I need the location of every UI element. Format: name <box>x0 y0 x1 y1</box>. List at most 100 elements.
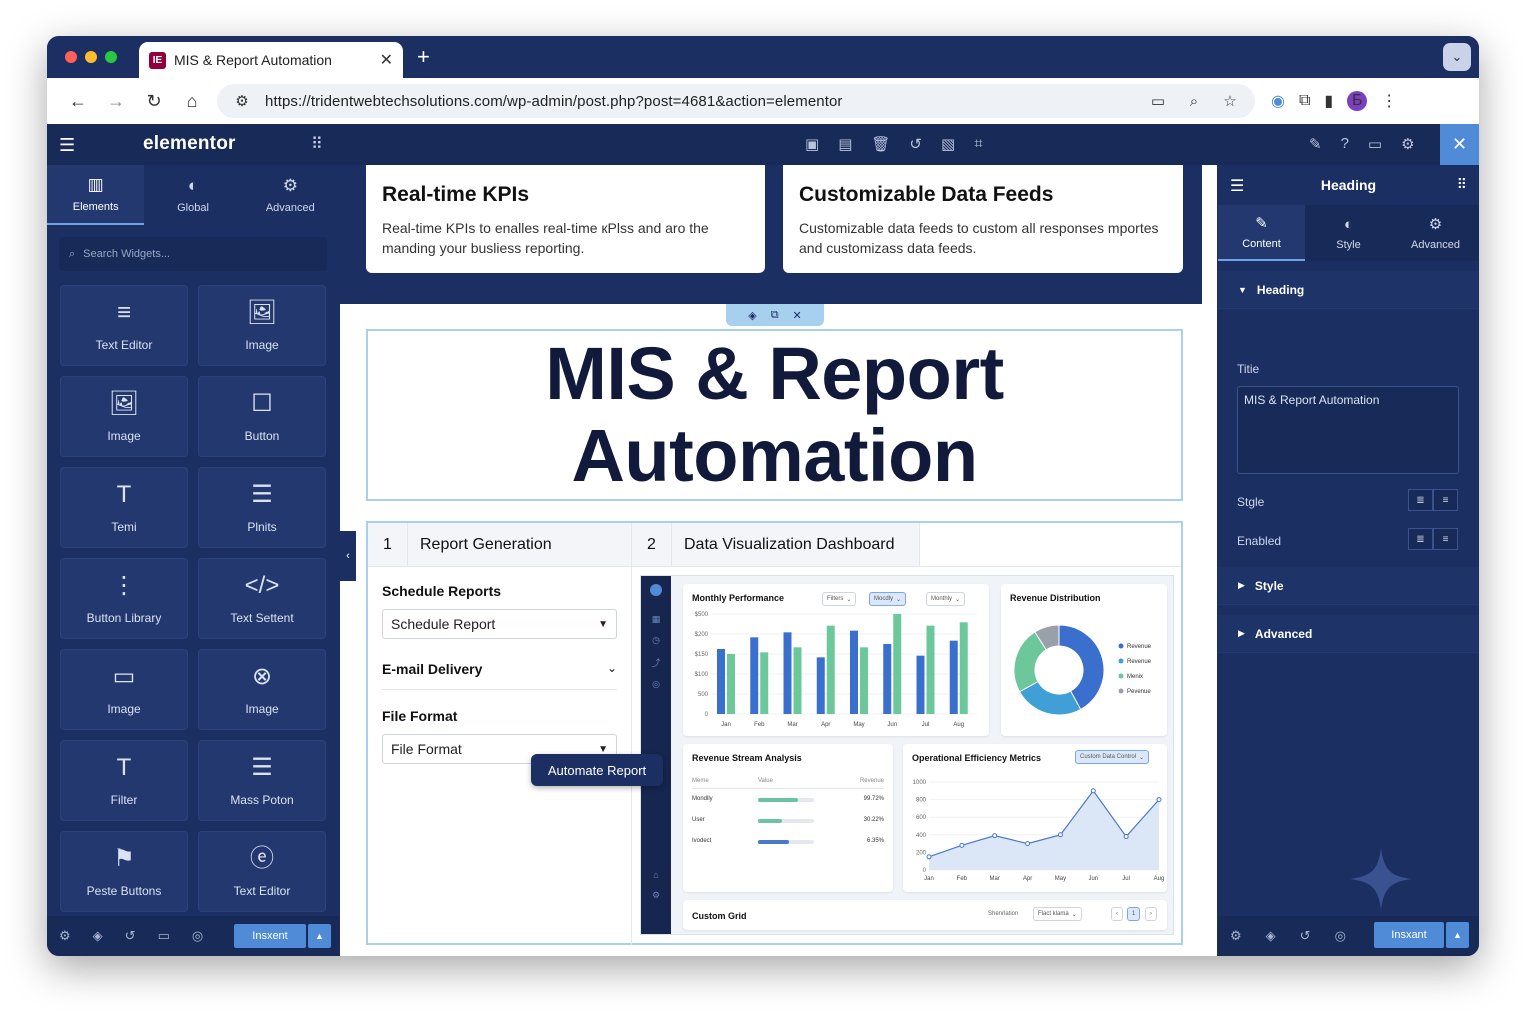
duplicate-icon[interactable]: ⧉ <box>771 309 779 322</box>
media-icon[interactable]: ▧ <box>941 135 955 153</box>
responsive-icon[interactable]: ▭ <box>158 928 170 944</box>
nav-icon[interactable]: ◎ <box>652 679 660 690</box>
align-button[interactable]: ≣ <box>1408 528 1433 550</box>
widget-card[interactable]: 🖼 Image <box>60 376 188 457</box>
forward-icon[interactable]: → <box>97 86 135 116</box>
widget-card[interactable]: T Temi <box>60 467 188 548</box>
preview-icon[interactable]: ▭ <box>1368 135 1382 153</box>
heading-widget[interactable]: MIS & Report Automation <box>366 329 1183 501</box>
widget-card[interactable]: ☰ Mass Poton <box>198 740 326 821</box>
layers-icon[interactable]: ◈ <box>748 309 756 322</box>
nav-icon[interactable]: ⚙ <box>652 890 660 901</box>
publish-options-button[interactable]: ▲ <box>1446 922 1469 948</box>
minimize-window-button[interactable] <box>85 51 97 63</box>
widget-card[interactable]: T Filter <box>60 740 188 821</box>
tab-elements[interactable]: ▥ Elements <box>47 165 145 225</box>
widget-card[interactable]: ☰ Plnits <box>198 467 326 548</box>
tab-data-visualization[interactable]: Data Visualization Dashboard <box>672 523 920 566</box>
browser-tab[interactable]: IE MIS & Report Automation ✕ <box>139 42 403 78</box>
heading-section-toggle[interactable]: ▼ Heading <box>1218 271 1479 309</box>
automate-report-button[interactable]: Automate Report <box>531 754 663 786</box>
widget-card[interactable]: ≡ Text Editor <box>60 285 188 366</box>
title-textarea[interactable]: MIS & Report Automation <box>1237 386 1459 474</box>
nav-icon[interactable]: ⌂ <box>653 870 658 880</box>
widget-card[interactable]: </> Text Settent <box>198 558 326 639</box>
prev-page-button[interactable]: ‹ <box>1111 907 1123 921</box>
history-icon[interactable]: ↺ <box>1300 928 1311 944</box>
widgets-grid-icon[interactable]: ⠿ <box>311 134 323 154</box>
undo-icon[interactable]: ↺ <box>909 135 922 153</box>
email-delivery-accordion[interactable]: E-mail Delivery ⌄ <box>382 661 617 690</box>
tab-report-generation[interactable]: Report Generation <box>408 523 632 566</box>
preview-eye-icon[interactable]: ◎ <box>192 928 203 944</box>
widget-card[interactable]: 🖼 Image <box>198 285 326 366</box>
reload-icon[interactable]: ↻ <box>135 86 173 116</box>
extension-icon[interactable]: ◉ <box>1271 91 1285 111</box>
camera-icon[interactable]: ▭ <box>1145 92 1171 110</box>
profile-avatar[interactable]: Б <box>1347 91 1368 111</box>
close-editor-button[interactable]: ✕ <box>1440 124 1479 165</box>
crop-icon[interactable]: ⌗ <box>974 135 982 153</box>
widget-card[interactable]: ⓔ Text Editor <box>198 831 326 912</box>
close-window-button[interactable] <box>65 51 77 63</box>
publish-button[interactable]: Insxent <box>234 924 306 948</box>
bookmark-star-icon[interactable]: ☆ <box>1217 92 1243 110</box>
align-button[interactable]: ≣ <box>1408 489 1433 511</box>
zoom-icon[interactable]: ⌕ <box>1181 93 1207 110</box>
widget-card[interactable]: ☐ Button <box>198 376 326 457</box>
widget-card[interactable]: ⋮ Button Library <box>60 558 188 639</box>
grid-select[interactable]: Flact klama ⌄ <box>1033 907 1082 921</box>
help-icon[interactable]: ? <box>1341 135 1349 153</box>
pen-icon[interactable]: ✎ <box>1309 135 1322 153</box>
preview-eye-icon[interactable]: ◎ <box>1335 928 1346 944</box>
tab-content[interactable]: ✎ Content <box>1218 205 1305 261</box>
tab-search-button[interactable]: ⌄ <box>1443 43 1471 71</box>
section-handle[interactable]: ◈ ⧉ ✕ <box>726 304 824 326</box>
align-button[interactable]: ≡ <box>1433 489 1458 511</box>
sidepanel-icon[interactable]: ▮ <box>1324 91 1333 111</box>
nav-icon[interactable]: ▦ <box>652 614 661 625</box>
structure-icon[interactable]: ▤ <box>838 135 852 153</box>
publish-button[interactable]: Insxant <box>1374 922 1444 948</box>
widget-card[interactable]: ▭ Image <box>60 649 188 730</box>
back-icon[interactable]: ← <box>59 86 97 116</box>
style-section-toggle[interactable]: ▶ Style <box>1218 567 1479 605</box>
tab-advanced[interactable]: ⚙ Advanced <box>1392 205 1479 261</box>
site-settings-icon[interactable]: ⚙ <box>229 92 255 110</box>
maximize-window-button[interactable] <box>105 51 117 63</box>
widget-card[interactable]: ⊗ Image <box>198 649 326 730</box>
hamburger-menu-icon[interactable]: ☰ <box>59 135 75 156</box>
tab-global[interactable]: ◐ Global <box>144 165 241 225</box>
grid-icon[interactable]: ⠿ <box>1457 176 1467 193</box>
history-icon[interactable]: ↺ <box>125 928 136 944</box>
publish-options-button[interactable]: ▲ <box>308 924 331 948</box>
hamburger-icon[interactable]: ☰ <box>1230 176 1244 196</box>
collapse-panel-button[interactable]: ‹ <box>340 531 356 581</box>
settings-icon[interactable]: ⚙ <box>59 928 71 944</box>
widget-card[interactable]: ⚑ Peste Buttons <box>60 831 188 912</box>
nav-icon[interactable]: ◷ <box>652 635 660 646</box>
advanced-section-toggle[interactable]: ▶ Advanced <box>1218 615 1479 653</box>
settings-icon[interactable]: ⚙ <box>1230 928 1242 944</box>
schedule-select[interactable]: Schedule Report ▼ <box>382 609 617 639</box>
puzzle-icon[interactable]: ⧉ <box>1299 92 1310 110</box>
layers-icon[interactable]: ◈ <box>1266 928 1276 944</box>
close-tab-icon[interactable]: ✕ <box>380 50 393 70</box>
next-page-button[interactable]: › <box>1145 907 1157 921</box>
page-number[interactable]: 1 <box>1127 907 1141 921</box>
kpi-card[interactable]: Customizable Data Feeds Customizable dat… <box>783 165 1183 273</box>
kpi-card[interactable]: Real-time KPIs Real-time KPIs to enalles… <box>366 165 765 273</box>
tab-number[interactable]: 2 <box>632 523 672 566</box>
nav-icon[interactable]: ⤴ <box>651 656 660 669</box>
responsive-icon[interactable]: ▣ <box>805 135 819 153</box>
home-icon[interactable]: ⌂ <box>173 86 211 116</box>
new-tab-button[interactable]: + <box>417 44 430 70</box>
tab-number[interactable]: 1 <box>368 523 408 566</box>
trash-icon[interactable]: 🗑 <box>871 135 890 153</box>
tab-style[interactable]: ◐ Style <box>1305 205 1392 261</box>
delete-section-icon[interactable]: ✕ <box>793 309 802 322</box>
menu-dots-icon[interactable]: ⋮ <box>1381 91 1397 111</box>
settings-icon[interactable]: ⚙ <box>1401 135 1414 153</box>
widget-search-input[interactable]: ⌕ Search Widgets... <box>59 237 327 271</box>
layers-icon[interactable]: ◈ <box>93 928 103 944</box>
